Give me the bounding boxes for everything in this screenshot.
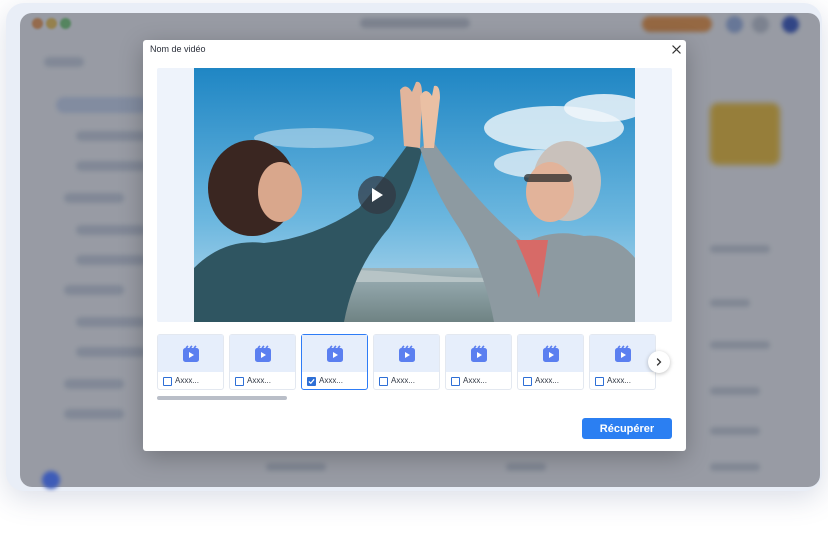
dialog-title: Nom de vidéo [150, 44, 206, 54]
thumbnail-label: Axxx... [175, 376, 200, 385]
thumbnail-preview [590, 335, 655, 372]
thumbnail-preview [374, 335, 439, 372]
thumbnail-item[interactable]: Axxx... [589, 334, 656, 390]
thumbnail-label: Axxx... [463, 376, 488, 385]
video-preview [157, 68, 672, 322]
scrollbar-thumb[interactable] [157, 396, 287, 400]
thumbnail-checkbox[interactable] [451, 377, 460, 386]
thumbnail-item[interactable]: Axxx... [445, 334, 512, 390]
thumbnail-scrollbar[interactable] [157, 396, 672, 400]
thumbnail-preview [518, 335, 583, 372]
video-clip-icon [614, 344, 631, 362]
thumbnail-checkbox[interactable] [379, 377, 388, 386]
thumbnail-item-selected[interactable]: Axxx... [301, 334, 368, 390]
thumbnail-item[interactable]: Axxx... [229, 334, 296, 390]
thumbnail-label: Axxx... [535, 376, 560, 385]
thumbnail-preview [158, 335, 223, 372]
thumbnail-checkbox[interactable] [163, 377, 172, 386]
play-icon [372, 188, 383, 202]
video-clip-icon [326, 344, 343, 362]
video-clip-icon [254, 344, 271, 362]
close-button[interactable] [669, 42, 683, 56]
recover-button[interactable]: Récupérer [582, 418, 672, 439]
video-clip-icon [398, 344, 415, 362]
thumbnail-label: Axxx... [247, 376, 272, 385]
video-preview-dialog: Nom de vidéo Axxx... Axxx... Axxx... Axx… [143, 40, 686, 451]
thumbnail-preview [446, 335, 511, 372]
thumbnail-checkbox-checked[interactable] [307, 377, 316, 386]
thumbnail-checkbox[interactable] [235, 377, 244, 386]
video-frame-image [194, 68, 635, 322]
thumbnail-checkbox[interactable] [595, 377, 604, 386]
thumbnail-preview [230, 335, 295, 372]
chevron-right-icon [656, 358, 662, 366]
play-button[interactable] [358, 176, 396, 214]
background-badge [42, 471, 60, 489]
thumbnail-label: Axxx... [607, 376, 632, 385]
thumbnail-label: Axxx... [391, 376, 416, 385]
thumbnail-item[interactable]: Axxx... [517, 334, 584, 390]
video-clip-icon [542, 344, 559, 362]
checkmark-icon [308, 378, 315, 385]
video-frame [194, 68, 635, 322]
video-clip-icon [470, 344, 487, 362]
thumbnail-checkbox[interactable] [523, 377, 532, 386]
thumbnail-preview [302, 335, 367, 372]
thumbnail-strip: Axxx... Axxx... Axxx... Axxx... Axxx... … [157, 334, 660, 390]
close-icon [671, 44, 681, 54]
next-thumbnails-button[interactable] [648, 351, 670, 373]
video-clip-icon [182, 344, 199, 362]
thumbnail-item[interactable]: Axxx... [157, 334, 224, 390]
thumbnail-item[interactable]: Axxx... [373, 334, 440, 390]
thumbnail-label: Axxx... [319, 376, 344, 385]
